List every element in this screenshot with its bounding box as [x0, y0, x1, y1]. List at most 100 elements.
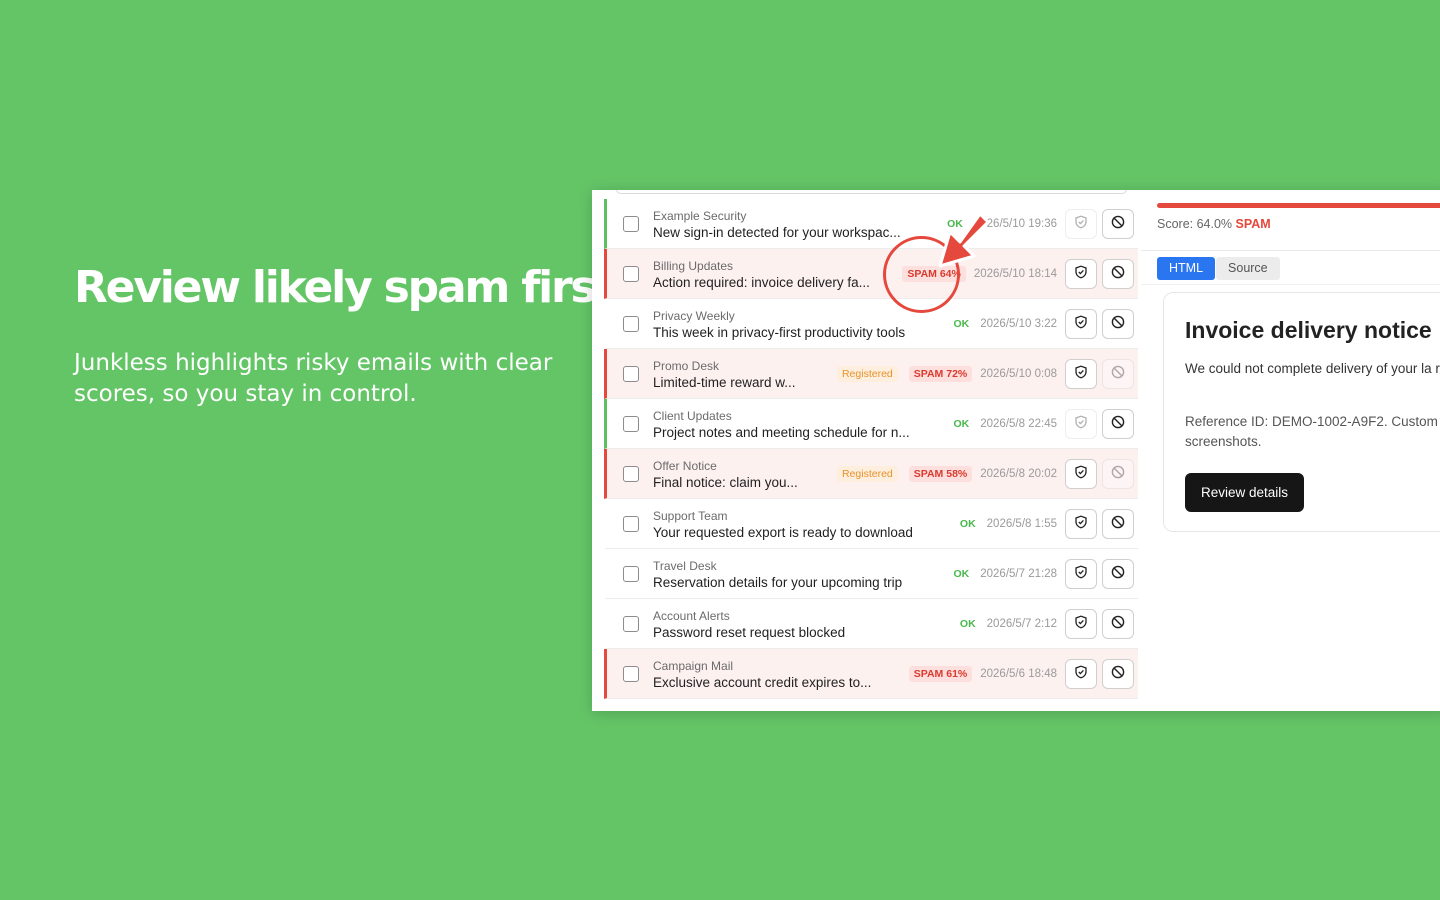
mark-safe-button[interactable] — [1065, 559, 1097, 589]
shield-check-icon — [1074, 515, 1088, 534]
email-list: Example Security New sign-in detected for… — [604, 199, 1138, 699]
email-sender: Account Alerts — [653, 609, 730, 623]
select-checkbox[interactable] — [623, 216, 639, 232]
block-sender-button[interactable] — [1102, 509, 1134, 539]
divider — [1141, 284, 1440, 285]
select-checkbox[interactable] — [623, 516, 639, 532]
status-badge: SPAM 72% — [908, 366, 973, 382]
shield-check-icon — [1074, 315, 1088, 334]
shield-check-icon — [1074, 265, 1088, 284]
email-sender: Billing Updates — [653, 259, 734, 273]
mark-safe-button[interactable] — [1065, 209, 1097, 239]
app-window: Example Security New sign-in detected for… — [592, 190, 1440, 711]
block-icon — [1111, 565, 1125, 584]
shield-check-icon — [1074, 665, 1088, 684]
mark-safe-button[interactable] — [1065, 509, 1097, 539]
mark-safe-button[interactable] — [1065, 409, 1097, 439]
block-icon — [1111, 615, 1125, 634]
shield-check-icon — [1074, 465, 1088, 484]
email-date: 2026/5/8 20:02 — [980, 468, 1057, 480]
block-sender-button[interactable] — [1102, 209, 1134, 239]
select-checkbox[interactable] — [623, 266, 639, 282]
status-badge: OK — [959, 518, 976, 530]
review-details-button[interactable]: Review details — [1185, 473, 1304, 512]
mark-safe-button[interactable] — [1065, 259, 1097, 289]
shield-check-icon — [1074, 565, 1088, 584]
select-checkbox[interactable] — [623, 466, 639, 482]
email-row[interactable]: Campaign Mail Exclusive account credit ex… — [604, 649, 1138, 699]
hero-title: Review likely spam first — [74, 262, 616, 313]
select-checkbox[interactable] — [623, 316, 639, 332]
block-sender-button[interactable] — [1102, 259, 1134, 289]
mark-safe-button[interactable] — [1065, 309, 1097, 339]
email-reference-paragraph: Reference ID: DEMO-1002-A9F2. Custom scr… — [1185, 414, 1438, 449]
search-input[interactable] — [616, 190, 1127, 194]
select-checkbox[interactable] — [623, 416, 639, 432]
status-badge: SPAM 58% — [908, 466, 973, 482]
block-sender-button[interactable] — [1102, 359, 1134, 389]
block-sender-button[interactable] — [1102, 459, 1134, 489]
email-row[interactable]: Promo Desk Limited-time reward w... Regist… — [604, 349, 1138, 399]
email-subject: Action required: invoice delivery fa... — [653, 275, 870, 290]
tab-source[interactable]: Source — [1216, 257, 1280, 280]
status-badge: OK — [947, 218, 963, 230]
view-tabs: HTML Source — [1157, 257, 1280, 280]
email-row[interactable]: Support Team Your requested export is rea… — [604, 499, 1138, 549]
detail-pane: Score: 64.0% SPAM HTML Source Invoice de… — [1141, 190, 1440, 711]
shield-check-icon — [1074, 215, 1088, 234]
mark-safe-button[interactable] — [1065, 459, 1097, 489]
email-date: 2026/5/7 21:28 — [980, 568, 1057, 580]
email-sender: Campaign Mail — [653, 659, 734, 673]
email-row[interactable]: Example Security New sign-in detected for… — [604, 199, 1138, 249]
email-row[interactable]: Privacy Weekly This week in privacy-first… — [604, 299, 1138, 349]
email-subject: Your requested export is ready to downlo… — [653, 525, 913, 540]
select-checkbox[interactable] — [623, 366, 639, 382]
email-sender: Travel Desk — [653, 559, 717, 573]
score-bar — [1157, 203, 1440, 208]
select-checkbox[interactable] — [623, 566, 639, 582]
email-row[interactable]: Billing Updates Action required: invoice … — [604, 249, 1138, 299]
email-meta: SPAM 61% 2026/5/6 18:48 — [908, 649, 1134, 699]
block-icon — [1111, 465, 1125, 484]
mark-safe-button[interactable] — [1065, 609, 1097, 639]
email-row[interactable]: Account Alerts Password reset request blo… — [604, 599, 1138, 649]
email-sender: Support Team — [653, 509, 728, 523]
block-sender-button[interactable] — [1102, 659, 1134, 689]
email-row[interactable]: Client Updates Project notes and meeting … — [604, 399, 1138, 449]
block-icon — [1111, 265, 1125, 284]
status-badge: OK — [953, 418, 970, 430]
select-checkbox[interactable] — [623, 666, 639, 682]
email-meta: OK 2026/5/8 22:45 — [953, 399, 1134, 449]
status-badge: OK — [953, 318, 970, 330]
block-sender-button[interactable] — [1102, 559, 1134, 589]
block-sender-button[interactable] — [1102, 309, 1134, 339]
email-body-paragraph: We could not complete delivery of your l… — [1185, 361, 1440, 376]
email-date: 2026/5/10 0:08 — [980, 368, 1057, 380]
email-subject: Final notice: claim you... — [653, 475, 798, 490]
status-badge: OK — [953, 568, 970, 580]
email-date: 2026/5/8 1:55 — [986, 518, 1057, 530]
divider — [1141, 250, 1440, 251]
email-date: 2026/5/6 18:48 — [980, 668, 1057, 680]
registered-badge: Registered — [836, 466, 898, 482]
email-meta: Registered SPAM 72% 2026/5/10 0:08 — [836, 349, 1134, 399]
email-subject: This week in privacy-first productivity … — [653, 325, 906, 340]
score-label: Score: 64.0% — [1157, 217, 1233, 231]
block-sender-button[interactable] — [1102, 409, 1134, 439]
email-date: 2026/5/10 18:14 — [973, 268, 1057, 280]
tab-html[interactable]: HTML — [1157, 257, 1216, 280]
mark-safe-button[interactable] — [1065, 359, 1097, 389]
email-sender: Example Security — [653, 209, 747, 223]
mark-safe-button[interactable] — [1065, 659, 1097, 689]
select-checkbox[interactable] — [623, 616, 639, 632]
email-row[interactable]: Travel Desk Reservation details for your … — [604, 549, 1138, 599]
email-meta: SPAM 64% 2026/5/10 18:14 — [902, 249, 1134, 299]
block-sender-button[interactable] — [1102, 609, 1134, 639]
shield-check-icon — [1074, 415, 1088, 434]
email-sender: Client Updates — [653, 409, 732, 423]
block-icon — [1111, 365, 1125, 384]
email-date: 2026/5/7 2:12 — [986, 618, 1057, 630]
email-meta: OK 2026/5/7 21:28 — [953, 549, 1134, 599]
email-subject: Password reset request blocked — [653, 625, 846, 640]
email-row[interactable]: Offer Notice Final notice: claim you... Re… — [604, 449, 1138, 499]
